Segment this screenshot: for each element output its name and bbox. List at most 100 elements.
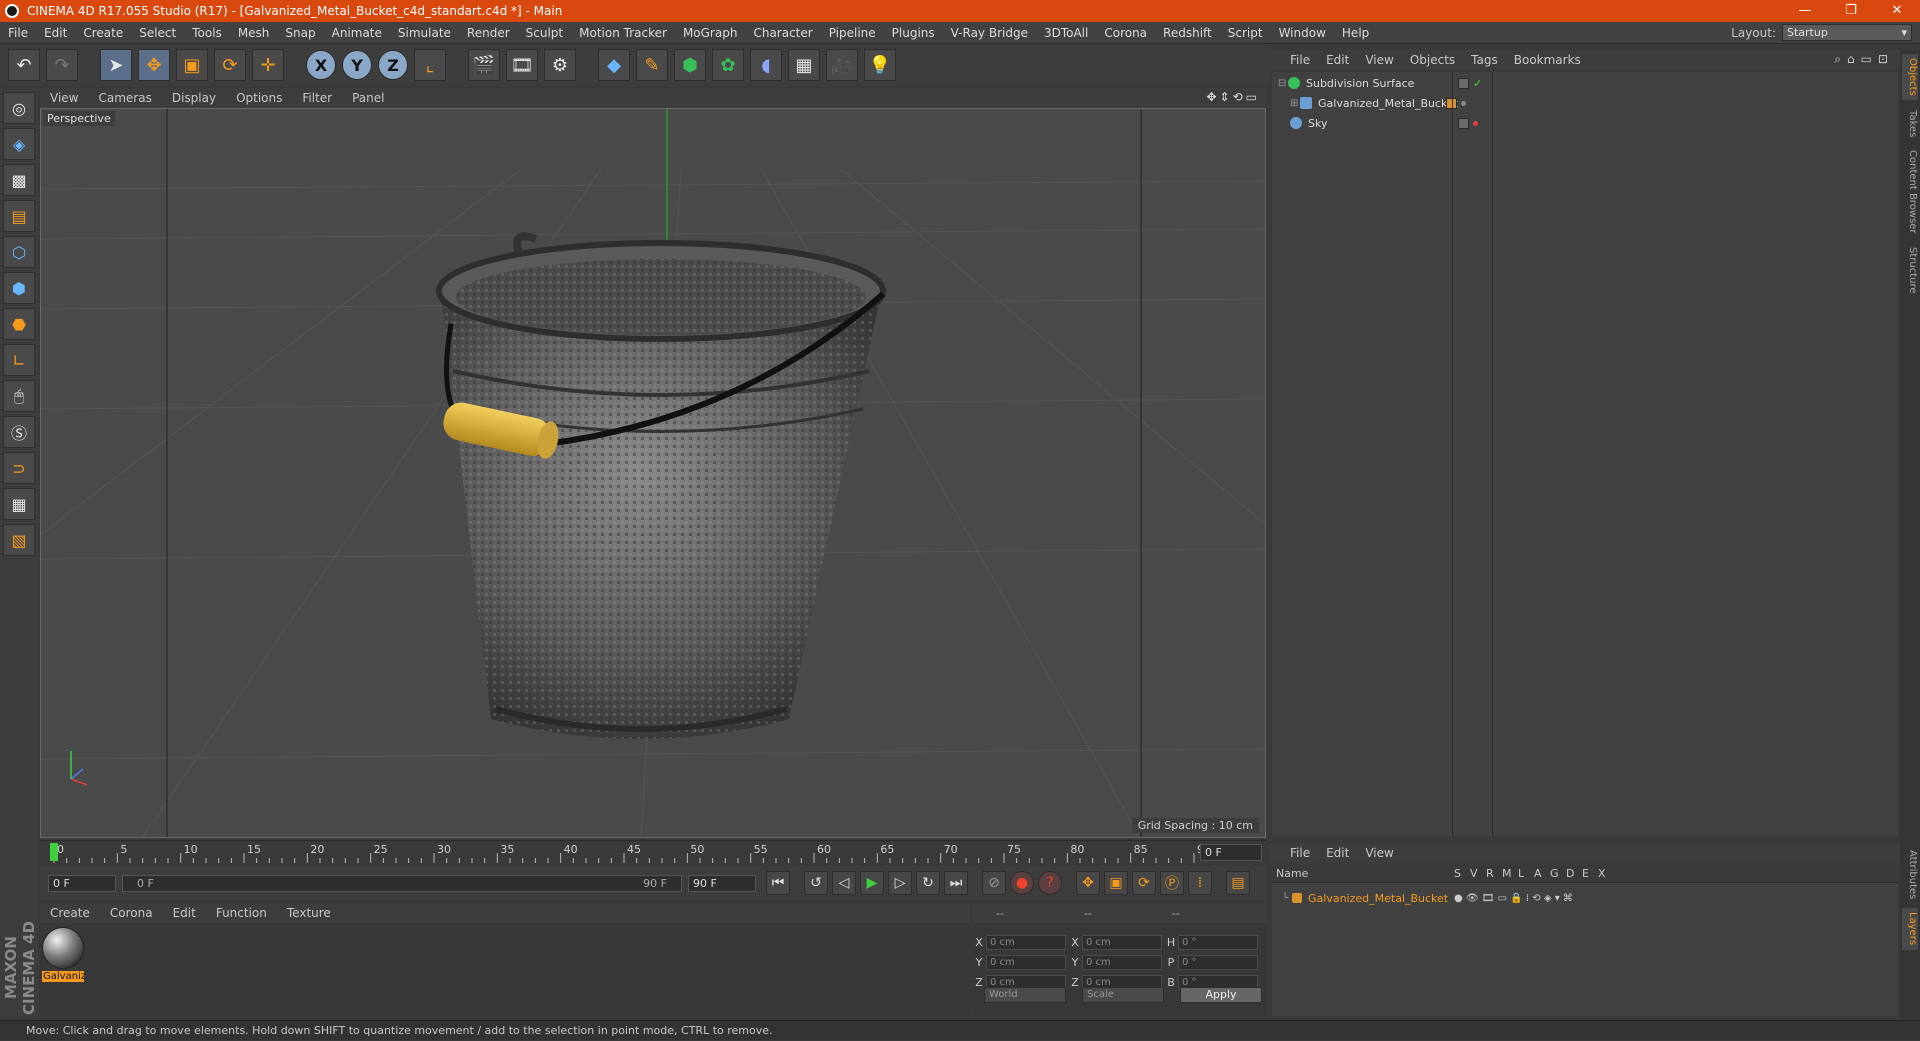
column-deformers[interactable]: D (1566, 867, 1574, 880)
record-parameter-icon[interactable]: Ⓟ (1160, 871, 1184, 895)
make-editable-icon[interactable]: ◎ (3, 92, 35, 124)
floor-icon[interactable]: ▦ (788, 49, 820, 81)
menu-snap[interactable]: Snap (277, 26, 323, 40)
viewport-menu-display[interactable]: Display (162, 91, 226, 105)
apply-button[interactable]: Apply (1180, 987, 1262, 1003)
record-pla-icon[interactable]: ⁞ (1188, 871, 1212, 895)
column-divider[interactable] (1492, 72, 1493, 836)
column-solo[interactable]: S (1454, 867, 1461, 880)
render-settings-icon[interactable]: ⚙ (544, 49, 576, 81)
light-icon[interactable]: 💡 (864, 49, 896, 81)
next-frame-icon[interactable]: ▷ (888, 871, 912, 895)
material-menu-create[interactable]: Create (40, 906, 100, 920)
menu-create[interactable]: Create (75, 26, 131, 40)
viewport-menu-cameras[interactable]: Cameras (88, 91, 161, 105)
go-to-end-icon[interactable]: ⏭ (944, 871, 968, 895)
size-mode-dropdown[interactable]: Scale (1082, 987, 1164, 1003)
object-visibility-tags[interactable] (1458, 117, 1478, 129)
material-menu-corona[interactable]: Corona (100, 906, 163, 920)
timeline-ruler[interactable]: 051015202530354045505560657075808590 0 F (40, 840, 1266, 864)
keyframe-selection-icon[interactable]: ? (1038, 871, 1062, 895)
material-preview-swatch[interactable] (42, 927, 84, 969)
size-x-field[interactable]: 0 cm (1082, 934, 1162, 950)
column-locked[interactable]: L (1518, 867, 1524, 880)
planar-workplane-icon[interactable]: ▧ (3, 524, 35, 556)
menu-edit[interactable]: Edit (36, 26, 75, 40)
record-position-icon[interactable]: ✥ (1076, 871, 1100, 895)
next-keyframe-icon[interactable]: ↻ (916, 871, 940, 895)
om-toolbar-icons[interactable]: ⌕⌂▭⊡ (1834, 52, 1894, 67)
minimize-button[interactable]: — (1782, 0, 1828, 22)
subdivision-surface-icon[interactable]: ⬢ (674, 49, 706, 81)
object-material-tag[interactable] (1446, 97, 1466, 109)
rotation-h-field[interactable]: 0 ° (1178, 934, 1258, 950)
column-manager[interactable]: M (1502, 867, 1512, 880)
material-menu-edit[interactable]: Edit (163, 906, 206, 920)
column-render[interactable]: R (1486, 867, 1494, 880)
menu-script[interactable]: Script (1220, 26, 1271, 40)
tab-layers[interactable]: Layers (1902, 908, 1918, 950)
move-tool-icon[interactable]: ✥ (138, 49, 170, 81)
viewport-3d[interactable]: Perspective Grid Spacing : 10 cm (40, 108, 1266, 838)
column-generators[interactable]: G (1550, 867, 1559, 880)
menu-redshift[interactable]: Redshift (1155, 26, 1220, 40)
snapping-icon[interactable]: Ⓢ (3, 416, 35, 448)
rotation-p-field[interactable]: 0 ° (1178, 954, 1258, 970)
position-y-field[interactable]: 0 cm (986, 954, 1066, 970)
play-forward-icon[interactable]: ▶ (860, 871, 884, 895)
camera-icon[interactable]: 🎥 (826, 49, 858, 81)
menu-window[interactable]: Window (1271, 26, 1334, 40)
menu-character[interactable]: Character (745, 26, 820, 40)
render-view-icon[interactable]: 🎬 (468, 49, 500, 81)
frame-range-slider[interactable]: 0 F 90 F (122, 874, 682, 892)
column-view[interactable]: V (1470, 867, 1478, 880)
polygons-mode-icon[interactable]: ⬣ (3, 308, 35, 340)
om-menu-tags[interactable]: Tags (1463, 53, 1506, 67)
menu-pipeline[interactable]: Pipeline (821, 26, 884, 40)
lm-menu-file[interactable]: File (1282, 846, 1318, 860)
size-y-field[interactable]: 0 cm (1082, 954, 1162, 970)
coordinate-space-dropdown[interactable]: World (984, 987, 1066, 1003)
live-selection-icon[interactable]: ✛ (252, 49, 284, 81)
material-menu-function[interactable]: Function (206, 906, 277, 920)
expand-icon[interactable]: ⊞ (1290, 98, 1300, 109)
menu-3dtoall[interactable]: 3DToAll (1036, 26, 1096, 40)
previous-keyframe-icon[interactable]: ↺ (804, 871, 828, 895)
object-row-bucket[interactable]: ⊞ Galvanized_Metal_Bucket (1272, 94, 1898, 112)
menu-help[interactable]: Help (1334, 26, 1377, 40)
record-scale-icon[interactable]: ▣ (1104, 871, 1128, 895)
current-frame-field[interactable]: 0 F (1200, 844, 1262, 861)
collapse-icon[interactable]: ⊟ (1278, 78, 1288, 89)
lm-menu-edit[interactable]: Edit (1318, 846, 1357, 860)
material-menu-texture[interactable]: Texture (277, 906, 341, 920)
layer-flag-icons[interactable]: ● 👁 🎞 ▭ 🔒 ⁞ ⟲ ◈ ▾ ⌘ (1454, 893, 1573, 904)
z-axis-icon[interactable]: Z (378, 50, 408, 80)
workplane-icon[interactable]: ▤ (3, 200, 35, 232)
tab-attributes[interactable]: Attributes (1902, 845, 1918, 905)
tab-takes[interactable]: Takes (1902, 106, 1918, 142)
viewport-menu-options[interactable]: Options (226, 91, 292, 105)
tweak-mode-icon[interactable]: 🖱 (3, 380, 35, 412)
record-active-objects-icon[interactable]: ⊘ (982, 871, 1006, 895)
om-menu-view[interactable]: View (1357, 53, 1401, 67)
menu-file[interactable]: File (0, 26, 36, 40)
x-axis-icon[interactable]: X (306, 50, 336, 80)
end-frame-field[interactable]: 90 F (688, 874, 756, 892)
deformer-icon[interactable]: ◖ (750, 49, 782, 81)
texture-mode-icon[interactable]: ▩ (3, 164, 35, 196)
lm-menu-view[interactable]: View (1357, 846, 1401, 860)
material-name-label[interactable]: Galvaniz (42, 971, 84, 982)
om-menu-file[interactable]: File (1282, 53, 1318, 67)
axis-mode-icon[interactable]: ∟ (3, 344, 35, 376)
viewport-menu-panel[interactable]: Panel (342, 91, 394, 105)
close-button[interactable]: ✕ (1874, 0, 1920, 22)
menu-corona[interactable]: Corona (1096, 26, 1155, 40)
layout-dropdown[interactable]: Startup (1782, 24, 1912, 41)
timeline-window-icon[interactable]: ▤ (1226, 871, 1250, 895)
tab-structure[interactable]: Structure (1902, 242, 1918, 298)
tab-content-browser[interactable]: Content Browser (1902, 146, 1918, 238)
om-menu-bookmarks[interactable]: Bookmarks (1506, 53, 1589, 67)
start-frame-field[interactable]: 0 F (48, 874, 116, 892)
menu-motion-tracker[interactable]: Motion Tracker (571, 26, 675, 40)
object-visibility-tags[interactable]: ✓ (1458, 77, 1482, 90)
